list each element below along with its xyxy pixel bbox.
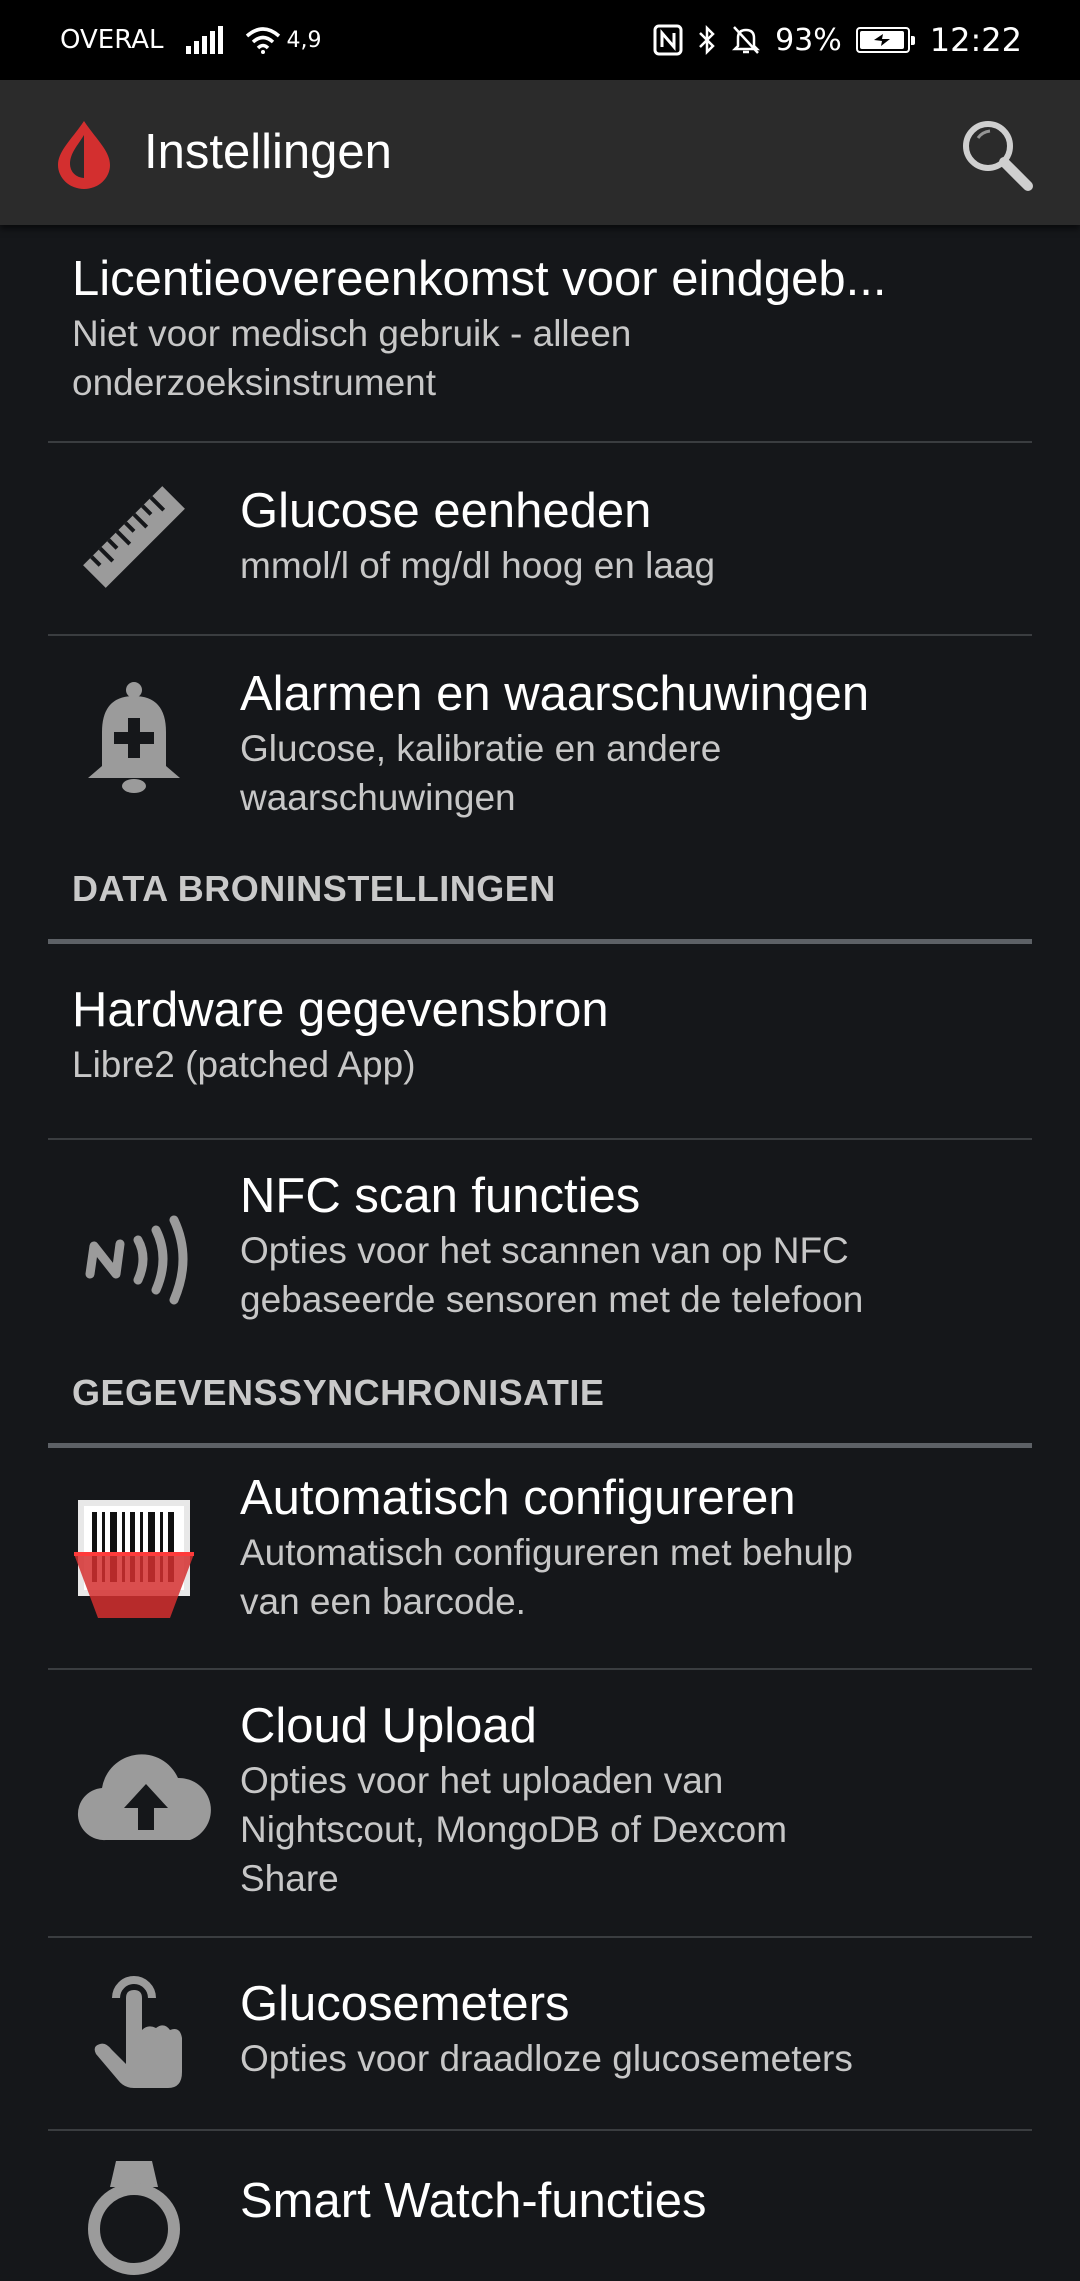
preference-title: Hardware gegevensbron <box>72 983 609 1037</box>
preference-smartwatch[interactable]: Smart Watch-functies <box>48 2131 1032 2275</box>
preference-title: Cloud Upload <box>240 1699 537 1753</box>
wifi-icon <box>245 27 280 54</box>
category-label: DATA BRONINSTELLINGEN <box>72 868 556 909</box>
preference-title: Alarmen en waarschuwingen <box>240 667 870 721</box>
blood-drop-icon <box>58 121 110 189</box>
category-label: GEGEVENSSYNCHRONISATIE <box>72 1372 605 1413</box>
preference-title: Smart Watch-functies <box>240 2174 707 2228</box>
carrier-label: OVERAL <box>60 25 164 55</box>
preference-summary: Automatisch configureren met behulp van … <box>240 1532 853 1622</box>
preference-title: Automatisch configureren <box>240 1471 796 1525</box>
category-data-sync: GEGEVENSSYNCHRONISATIE <box>48 1320 1032 1448</box>
preference-summary: Niet voor medisch gebruik - alleen onder… <box>72 313 632 403</box>
page-title: Instellingen <box>144 125 392 179</box>
preference-title: Glucosemeters <box>240 1977 570 2031</box>
smartwatch-icon <box>88 2161 180 2275</box>
preference-summary: Opties voor het uploaden van Nightscout,… <box>240 1760 788 1899</box>
mute-bell-icon <box>732 26 761 54</box>
preference-license[interactable]: Licentieovereenkomst voor eindgeb... Nie… <box>48 225 1032 441</box>
bluetooth-icon <box>699 24 715 56</box>
preference-summary: Opties voor het scannen van op NFC gebas… <box>240 1230 864 1320</box>
battery-icon <box>855 27 915 53</box>
preference-title: NFC scan functies <box>240 1169 641 1223</box>
nfc-status-icon <box>653 24 683 56</box>
preference-glucose-units[interactable]: Glucose eenheden mmol/l of mg/dl hoog en… <box>48 443 1032 634</box>
touch-hand-icon <box>94 1976 182 2088</box>
preference-title: Glucose eenheden <box>240 484 652 538</box>
status-bar: OVERAL 4,9 93% 12:22 <box>0 0 1080 80</box>
cloud-upload-icon <box>77 1754 211 1841</box>
preference-cloud-upload[interactable]: Cloud Upload Opties voor het uploaden va… <box>48 1670 1032 1936</box>
network-speed: 4,9 <box>286 27 322 53</box>
alarm-bell-icon <box>88 682 180 793</box>
nfc-icon <box>85 1215 188 1305</box>
clock: 12:22 <box>929 21 1022 59</box>
search-icon[interactable] <box>958 116 1034 192</box>
preference-glucose-meters[interactable]: Glucosemeters Opties voor draadloze gluc… <box>48 1938 1032 2129</box>
category-data-sources: DATA BRONINSTELLINGEN <box>48 816 1032 944</box>
signal-icon <box>185 26 223 54</box>
preference-hardware-source[interactable]: Hardware gegevensbron Libre2 (patched Ap… <box>48 944 1032 1138</box>
settings-list: Licentieovereenkomst voor eindgeb... Nie… <box>0 225 1080 2275</box>
barcode-scan-icon <box>74 1500 194 1618</box>
preference-summary: Opties voor draadloze glucosemeters <box>240 2038 853 2079</box>
preference-auto-configure[interactable]: Automatisch configureren Automatisch con… <box>48 1448 1032 1668</box>
preference-title: Licentieovereenkomst voor eindgeb... <box>72 252 887 306</box>
preference-summary: Libre2 (patched App) <box>72 1044 416 1085</box>
battery-percentage: 93% <box>775 22 842 58</box>
preference-summary: mmol/l of mg/dl hoog en laag <box>240 545 716 586</box>
preference-summary: Glucose, kalibratie en andere waarschuwi… <box>240 728 722 818</box>
app-bar: Instellingen <box>0 80 1080 225</box>
ruler-icon <box>83 486 185 588</box>
